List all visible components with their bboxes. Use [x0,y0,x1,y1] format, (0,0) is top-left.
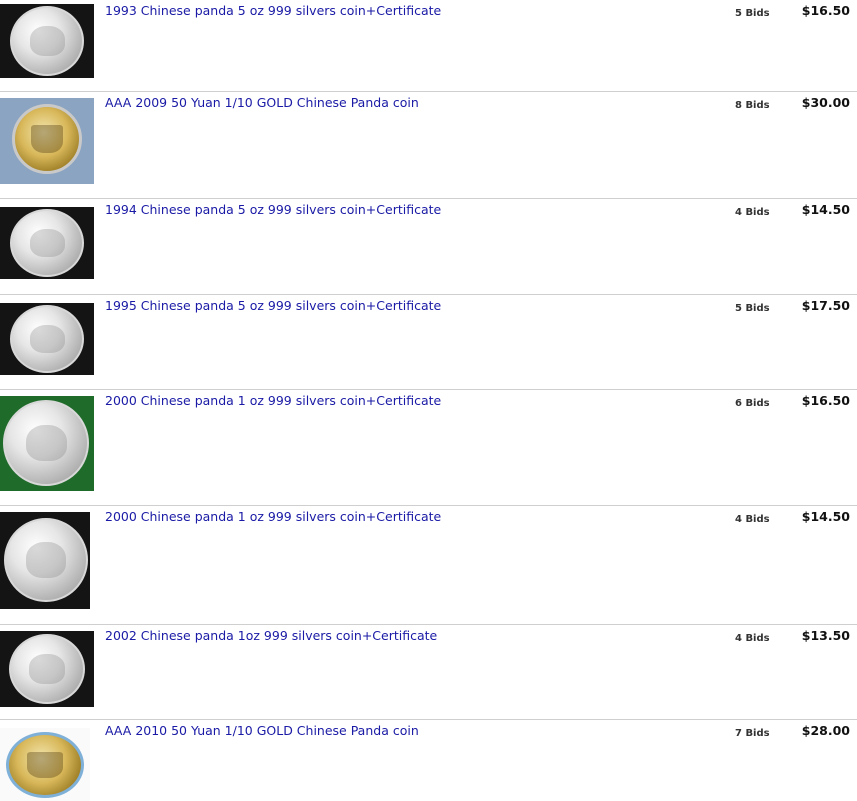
silver-coin-image [10,209,84,277]
listing-price: $17.50 [801,298,850,313]
listing-row: 1995 Chinese panda 5 oz 999 silvers coin… [0,295,857,390]
panda-motif [29,26,65,56]
panda-motif [25,424,67,462]
listing-title-link[interactable]: 2000 Chinese panda 1 oz 999 silvers coin… [105,393,441,408]
listing-thumbnail[interactable] [0,512,90,609]
listing-row: 1993 Chinese panda 5 oz 999 silvers coin… [0,0,857,92]
bid-count: 7 Bids [735,728,770,739]
listing-title-link[interactable]: AAA 2009 50 Yuan 1/10 GOLD Chinese Panda… [105,95,419,110]
listing-row: AAA 2009 50 Yuan 1/10 GOLD Chinese Panda… [0,92,857,199]
silver-coin-image [9,634,85,704]
silver-coin-image [10,305,84,373]
silver-coin-image [4,518,88,602]
panda-motif [29,324,65,354]
panda-motif [27,751,63,779]
listing-row: 2000 Chinese panda 1 oz 999 silvers coin… [0,390,857,506]
gold-coin-image [12,104,82,174]
listing-row: 1994 Chinese panda 5 oz 999 silvers coin… [0,199,857,295]
listing-price: $30.00 [801,95,850,110]
listing-title-link[interactable]: 2000 Chinese panda 1 oz 999 silvers coin… [105,509,441,524]
listing-price: $16.50 [801,3,850,18]
listing-price: $13.50 [801,628,850,643]
bid-count: 4 Bids [735,207,770,218]
bid-count: 5 Bids [735,303,770,314]
listing-row: 2002 Chinese panda 1oz 999 silvers coin+… [0,625,857,720]
listing-title-link[interactable]: 1995 Chinese panda 5 oz 999 silvers coin… [105,298,441,313]
listing-price: $28.00 [801,723,850,738]
listing-thumbnail[interactable] [0,4,94,78]
listing-row: 2000 Chinese panda 1 oz 999 silvers coin… [0,506,857,625]
search-results-list: 1993 Chinese panda 5 oz 999 silvers coin… [0,0,857,801]
listing-row: AAA 2010 50 Yuan 1/10 GOLD Chinese Panda… [0,720,857,801]
listing-title-link[interactable]: 2002 Chinese panda 1oz 999 silvers coin+… [105,628,437,643]
listing-thumbnail[interactable] [0,207,94,279]
listing-thumbnail[interactable] [0,728,90,801]
gold-coin-image [6,732,84,798]
listing-thumbnail[interactable] [0,631,94,707]
bid-count: 4 Bids [735,633,770,644]
listing-price: $14.50 [801,509,850,524]
listing-price: $14.50 [801,202,850,217]
silver-coin-image [10,6,84,76]
listing-title-link[interactable]: 1994 Chinese panda 5 oz 999 silvers coin… [105,202,441,217]
listing-thumbnail[interactable] [0,303,94,375]
listing-thumbnail[interactable] [0,396,94,491]
listing-title-link[interactable]: AAA 2010 50 Yuan 1/10 GOLD Chinese Panda… [105,723,419,738]
bid-count: 8 Bids [735,100,770,111]
bid-count: 6 Bids [735,398,770,409]
bid-count: 4 Bids [735,514,770,525]
panda-motif [26,542,66,578]
bid-count: 5 Bids [735,8,770,19]
panda-motif [29,228,65,258]
listing-title-link[interactable]: 1993 Chinese panda 5 oz 999 silvers coin… [105,3,441,18]
panda-motif [29,654,65,684]
silver-coin-image [3,400,89,486]
temple-motif [31,124,63,154]
listing-thumbnail[interactable] [0,98,94,184]
listing-price: $16.50 [801,393,850,408]
